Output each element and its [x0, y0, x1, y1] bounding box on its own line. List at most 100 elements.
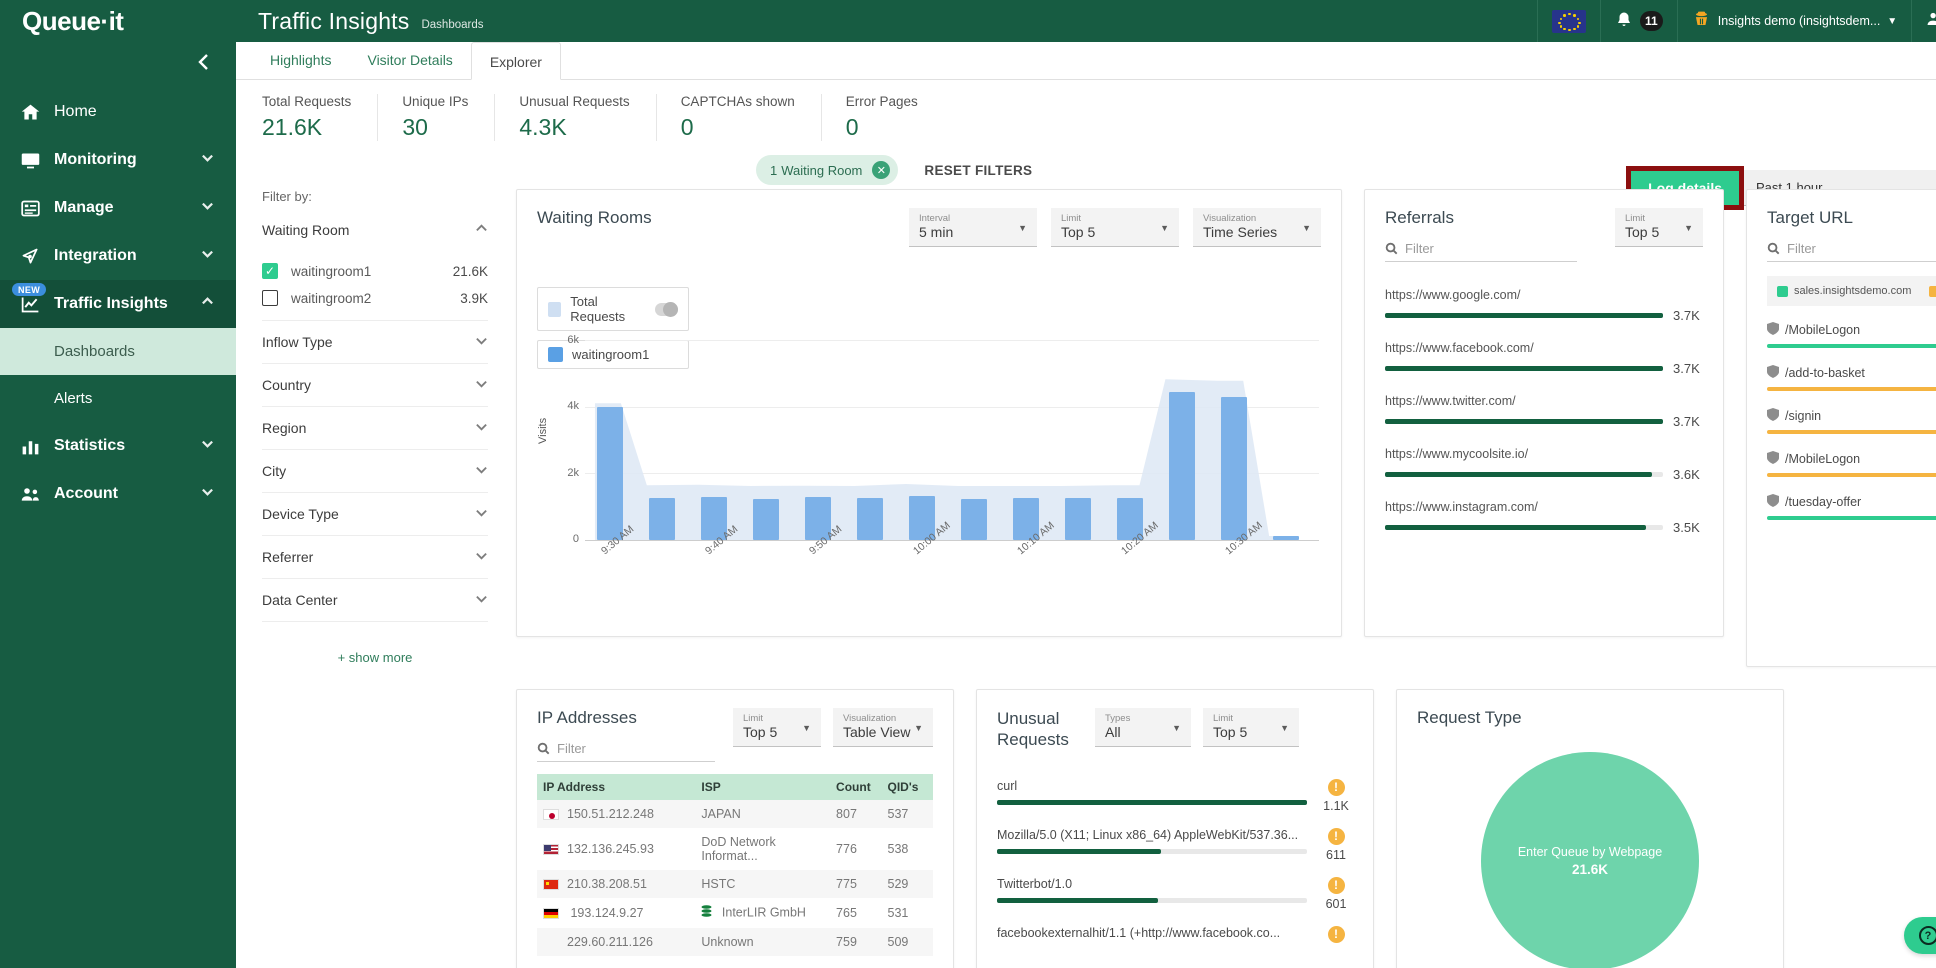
chevron-down-icon: [475, 506, 488, 522]
legend-total-requests[interactable]: Total Requests: [537, 287, 689, 331]
filters-heading: Filter by:: [262, 189, 312, 204]
list-item[interactable]: /MobileLogon: [1767, 322, 1936, 348]
referral-bar: [1385, 525, 1663, 530]
list-item[interactable]: /signin: [1767, 408, 1936, 434]
url-label: /signin: [1785, 409, 1822, 423]
y-tick: 6k: [567, 334, 579, 346]
tab-visitor-details[interactable]: Visitor Details: [349, 41, 470, 79]
url-bar: [1767, 473, 1936, 477]
list-item[interactable]: Mozilla/5.0 (X11; Linux x86_64) AppleWeb…: [997, 827, 1353, 862]
table-row[interactable]: 132.136.245.93 DoD Network Informat... 7…: [537, 828, 933, 870]
metric-value: 30: [402, 114, 428, 140]
checkbox-checked-icon[interactable]: ✓: [262, 263, 278, 279]
close-icon[interactable]: ✕: [872, 161, 891, 179]
cell-ip: 229.60.211.126: [537, 928, 696, 956]
sidebar-item-monitoring[interactable]: Monitoring: [0, 136, 236, 184]
list-item[interactable]: https://www.facebook.com/ 3.7K: [1385, 341, 1703, 376]
url-label: /add-to-basket: [1785, 366, 1865, 380]
filters-panel: Filter by: Waiting Room ✓ waitingroom1 2…: [236, 189, 516, 968]
list-item[interactable]: https://www.instagram.com/ 3.5K: [1385, 500, 1703, 535]
facet-inflow-type[interactable]: Inflow Type: [262, 321, 488, 364]
chart-bar: [649, 497, 675, 540]
limit-select[interactable]: Limit Top 5 ▼: [1051, 208, 1179, 247]
list-item[interactable]: /MobileLogon: [1767, 451, 1936, 477]
table-row[interactable]: 193.124.9.27 InterLIR GmbH 765 531: [537, 898, 933, 928]
metric-label: Error Pages: [845, 94, 918, 109]
tab-explorer[interactable]: Explorer: [470, 42, 561, 80]
facet-data-center[interactable]: Data Center: [262, 579, 488, 622]
sidebar-item-alerts[interactable]: Alerts: [0, 375, 236, 422]
list-item[interactable]: /add-to-basket: [1767, 365, 1936, 391]
notifications-button[interactable]: 11: [1600, 0, 1677, 42]
list-item[interactable]: https://www.twitter.com/ 3.7K: [1385, 394, 1703, 429]
chevron-down-icon: ▼: [914, 723, 923, 733]
unusual-limit-select[interactable]: Limit Top 5 ▼: [1203, 708, 1299, 747]
sidebar-item-dashboards[interactable]: Dashboards: [0, 328, 236, 375]
facet-referrer[interactable]: Referrer: [262, 536, 488, 579]
list-item[interactable]: Twitterbot/1.0 ! 601: [997, 876, 1353, 911]
ip-visualization-select[interactable]: Visualization Table View ▼: [833, 708, 933, 747]
waiting-room-option[interactable]: ✓ waitingroom1 21.6K: [262, 263, 488, 279]
reset-filters-button[interactable]: RESET FILTERS: [924, 163, 1032, 178]
referrals-limit-select[interactable]: Limit Top 5 ▼: [1615, 208, 1703, 247]
list-item[interactable]: curl ! 1.1K: [997, 778, 1353, 813]
referrals-filter-input[interactable]: Filter: [1385, 238, 1577, 262]
target-url-filter-input[interactable]: Filter: [1767, 238, 1936, 262]
table-row[interactable]: 229.60.211.126 Unknown 759 509: [537, 928, 933, 956]
cell-ip: 210.38.208.51: [567, 877, 647, 891]
region-selector[interactable]: [1537, 0, 1600, 42]
list-item[interactable]: https://www.google.com/ 3.7K: [1385, 288, 1703, 323]
filter-chip-waiting-room[interactable]: 1 Waiting Room ✕: [756, 155, 899, 185]
unusual-label: Twitterbot/1.0: [997, 876, 1073, 891]
sidebar-item-home[interactable]: Home: [0, 88, 236, 136]
facet-city[interactable]: City: [262, 450, 488, 493]
facet-device-type[interactable]: Device Type: [262, 493, 488, 536]
unusual-types-select[interactable]: Types All ▼: [1095, 708, 1191, 747]
cell-ip: 132.136.245.93: [567, 842, 654, 856]
legend-entry: www.insigh: [1929, 285, 1936, 297]
list-item[interactable]: https://www.mycoolsite.io/ 3.6K: [1385, 447, 1703, 482]
table-row[interactable]: 210.38.208.51 HSTC 775 529: [537, 870, 933, 898]
url-label: /MobileLogon: [1785, 323, 1861, 337]
y-tick: 0: [572, 533, 579, 545]
select-value: 5 min: [919, 224, 954, 240]
brand-logo[interactable]: Queue·it: [0, 0, 236, 42]
sidebar-item-manage[interactable]: Manage: [0, 184, 236, 232]
column-header: Count: [830, 774, 882, 800]
target-url-panel: Target URL Filter sales.insightsdemo.com: [1746, 189, 1936, 667]
facet-waiting-room[interactable]: Waiting Room: [262, 222, 488, 251]
list-item[interactable]: /tuesday-offer: [1767, 494, 1936, 520]
flag-icon-jp: [543, 809, 559, 821]
list-item[interactable]: facebookexternalhit/1.1 (+http://www.fac…: [997, 925, 1353, 947]
sidebar-item-statistics[interactable]: Statistics: [0, 422, 236, 470]
checkbox-icon[interactable]: [262, 290, 278, 306]
waiting-room-option[interactable]: waitingroom2 3.9K: [262, 290, 488, 306]
visualization-select[interactable]: Visualization Time Series ▼: [1193, 208, 1321, 247]
facet-country[interactable]: Country: [262, 364, 488, 407]
waiting-room-options: ✓ waitingroom1 21.6K waitingroom2 3.9K: [262, 251, 488, 321]
impersonate-button[interactable]: Imp..: [1911, 0, 1936, 42]
ip-limit-select[interactable]: Limit Top 5 ▼: [733, 708, 821, 747]
account-selector[interactable]: Insights demo (insightsdem... ▼: [1676, 0, 1911, 42]
users-icon: [20, 484, 54, 505]
metric-label: Total Requests: [262, 94, 352, 109]
sidebar-nav: Home Monitoring Manage Integration NEW T…: [0, 88, 236, 518]
sidebar-item-traffic-insights[interactable]: NEW Traffic Insights: [0, 280, 236, 328]
ip-filter-input[interactable]: Filter: [537, 738, 715, 762]
facet-region[interactable]: Region: [262, 407, 488, 450]
sidebar-collapse-icon[interactable]: [196, 52, 210, 76]
pie-slice[interactable]: Enter Queue by Webpage 21.6K: [1481, 752, 1699, 968]
tab-highlights[interactable]: Highlights: [252, 41, 349, 79]
home-icon: [20, 102, 54, 123]
sidebar-item-integration[interactable]: Integration: [0, 232, 236, 280]
table-row[interactable]: 150.51.212.248 JAPAN 807 537: [537, 800, 933, 828]
show-more-filters[interactable]: + show more: [262, 650, 488, 665]
interval-select[interactable]: Interval 5 min ▼: [909, 208, 1037, 247]
unusual-bar: [997, 848, 1307, 854]
legend-toggle[interactable]: [655, 301, 678, 317]
support-button[interactable]: ? Support: [1903, 917, 1936, 954]
sidebar-item-account[interactable]: Account: [0, 470, 236, 518]
sidebar-item-label: Integration: [54, 247, 137, 264]
legend-label: Total Requests: [570, 294, 626, 324]
warning-icon: !: [1327, 925, 1345, 943]
